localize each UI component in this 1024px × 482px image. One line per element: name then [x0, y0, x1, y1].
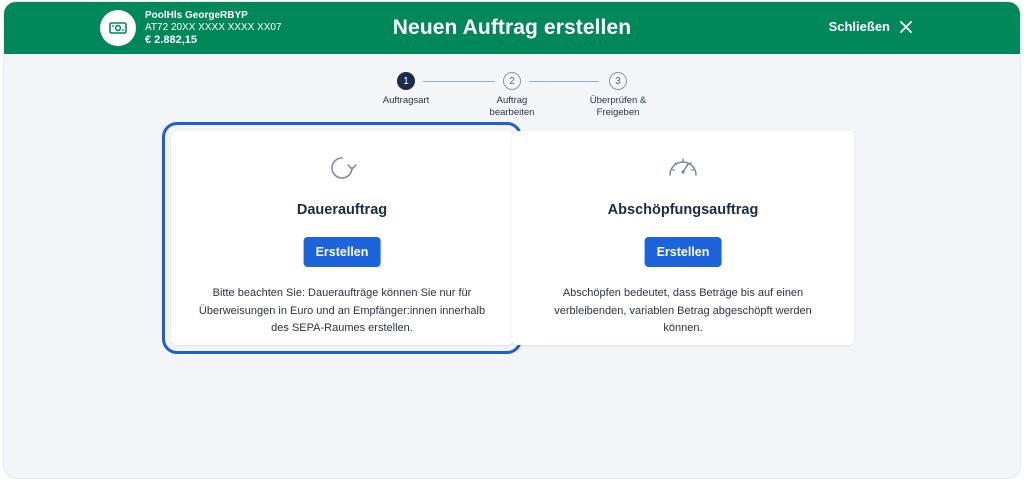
step-label: Überprüfen & Freigeben: [589, 95, 647, 118]
card-title: Abschöpfungsauftrag: [607, 202, 759, 218]
step-1: 1 Auftragsart: [361, 72, 451, 107]
step-label: Auftragsart: [382, 95, 430, 106]
close-icon[interactable]: [900, 20, 912, 33]
card-abschoepfungsauftrag[interactable]: Abschöpfungsauftrag Erstellen Abschöpfen…: [512, 131, 854, 345]
step-2: 2 Auftrag bearbeiten: [467, 72, 557, 119]
modal-frame: PoolHls GeorgeRBYP AT72 20XX XXXX XXXX X…: [4, 2, 1020, 478]
create-dauerauftrag-button[interactable]: Erstellen: [303, 237, 381, 267]
step-number: 1: [397, 72, 415, 90]
step-number: 2: [503, 72, 521, 90]
card-description: Abschöpfen bedeutet, dass Beträge bis au…: [554, 287, 812, 335]
step-label: Auftrag bearbeiten: [489, 95, 535, 118]
card-description: Bitte beachten Sie: Daueraufträge können…: [198, 287, 486, 335]
card-title: Dauerauftrag: [296, 202, 388, 218]
stepper: 1 Auftragsart 2 Auftrag bearbeiten 3 Übe…: [4, 72, 1020, 122]
create-abschoepfungsauftrag-button[interactable]: Erstellen: [644, 237, 722, 267]
recurring-arrow-icon: [325, 151, 359, 185]
step-number: 3: [609, 72, 627, 90]
card-dauerauftrag[interactable]: Dauerauftrag Erstellen Bitte beachten Si…: [162, 122, 522, 354]
close-label: Schließen: [828, 19, 890, 34]
gauge-icon: [666, 151, 700, 185]
close-button[interactable]: Schließen: [829, 19, 912, 34]
header-bar: PoolHls GeorgeRBYP AT72 20XX XXXX XXXX X…: [4, 2, 1020, 54]
step-3: 3 Überprüfen & Freigeben: [573, 72, 663, 119]
